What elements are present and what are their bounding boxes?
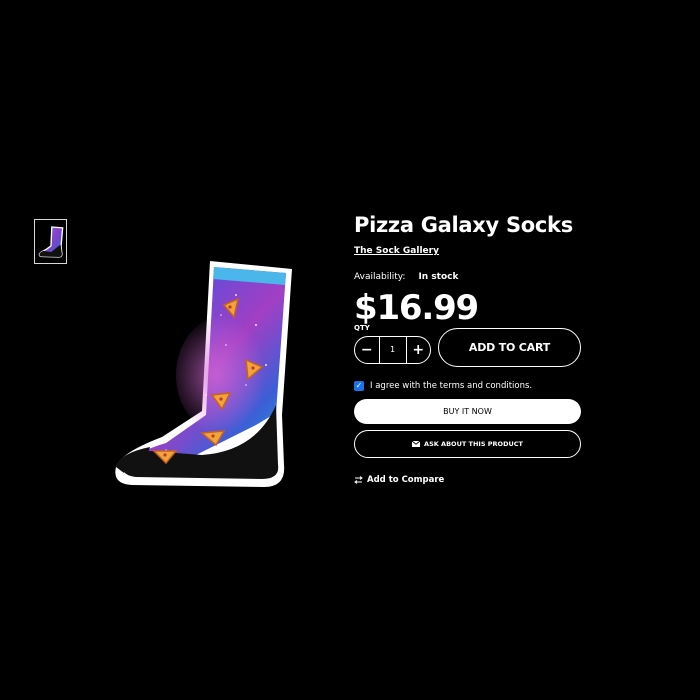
terms-checkbox[interactable]: ✓ [354,381,364,391]
buy-it-now-button[interactable]: BUY IT NOW [354,399,581,424]
quantity-input[interactable] [378,336,407,363]
pizza-galaxy-sock-image [115,261,292,487]
product-title: Pizza Galaxy Socks [354,213,573,237]
vendor-link[interactable]: The Sock Gallery [354,246,439,256]
product-main-image [106,255,302,497]
buy-row: − + ADD TO CART [354,328,584,367]
product-thumbnail[interactable] [34,219,67,264]
add-to-compare-link[interactable]: Add to Compare [354,475,584,485]
envelope-icon [412,441,421,447]
quantity-stepper: − + [354,335,431,364]
product-info: Pizza Galaxy Socks The Sock Gallery Avai… [354,212,584,485]
product-price: $16.99 [354,288,479,328]
availability-value: In stock [418,272,459,282]
minus-icon[interactable]: − [355,337,379,363]
plus-icon[interactable]: + [407,337,431,363]
add-to-cart-button[interactable]: ADD TO CART [438,328,581,367]
availability-label: Availability: [354,272,406,282]
availability: Availability: In stock [354,272,584,282]
compare-arrows-icon [354,476,363,484]
add-to-compare-label: Add to Compare [367,475,445,485]
terms-row: ✓ I agree with the terms and conditions. [354,381,584,391]
terms-label: I agree with the terms and conditions. [370,381,533,391]
ask-about-product-button[interactable]: ASK ABOUT THIS PRODUCT [354,430,581,458]
ask-about-product-label: ASK ABOUT THIS PRODUCT [424,440,523,448]
sock-thumbnail-icon [38,225,63,258]
